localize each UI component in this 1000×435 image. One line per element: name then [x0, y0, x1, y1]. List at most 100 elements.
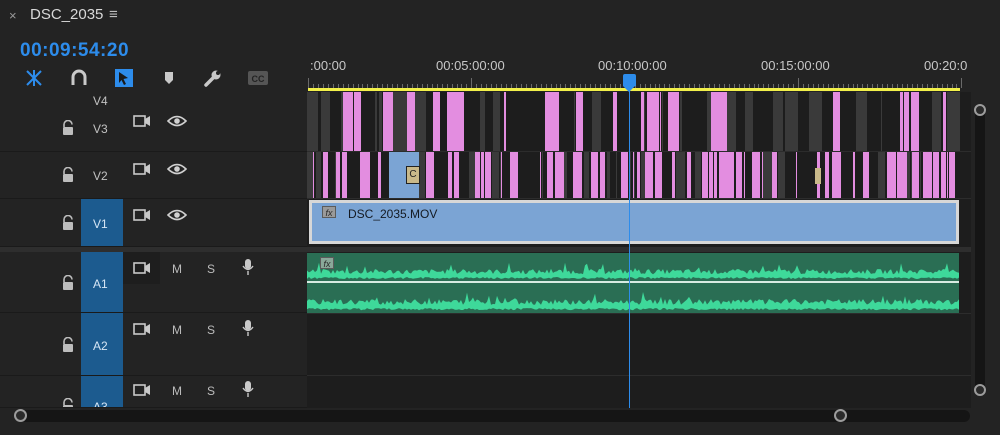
graphic-clip[interactable]	[647, 92, 659, 151]
graphic-clip[interactable]	[433, 92, 440, 151]
horizontal-scroll-handle-left[interactable]	[14, 409, 27, 422]
clip-segment[interactable]	[564, 152, 567, 198]
graphic-clip[interactable]	[911, 92, 919, 151]
clip-segment[interactable]	[745, 92, 753, 151]
graphic-clip[interactable]	[354, 92, 361, 151]
graphic-clip[interactable]	[368, 152, 370, 198]
clip-segment[interactable]	[307, 92, 314, 151]
graphic-clip[interactable]	[540, 152, 541, 198]
graphic-clip[interactable]	[744, 152, 745, 198]
graphic-clip[interactable]	[645, 152, 653, 198]
graphic-clip[interactable]	[947, 152, 948, 198]
toggle-track-output-eye-icon[interactable]	[167, 163, 187, 175]
clip-segment[interactable]	[907, 152, 910, 198]
clip-segment[interactable]	[809, 92, 822, 151]
graphic-clip[interactable]	[600, 152, 605, 198]
clip-segment[interactable]	[856, 92, 867, 151]
clip-segment[interactable]	[415, 92, 426, 151]
track-lock-icon[interactable]	[61, 337, 75, 353]
graphic-clip[interactable]	[904, 92, 909, 151]
graphic-clip[interactable]	[576, 92, 583, 151]
graphic-clip[interactable]	[501, 152, 502, 198]
panel-menu-icon[interactable]: ≡	[109, 6, 118, 23]
timeline-tracks-area[interactable]: C fx DSC_2035.MOV fx	[307, 92, 971, 408]
magnet-link-icon[interactable]	[69, 68, 89, 88]
clip-segment[interactable]	[727, 92, 736, 151]
mute-track-button[interactable]: M	[172, 323, 182, 337]
toggle-sync-lock-icon[interactable]	[133, 383, 151, 397]
clip-segment[interactable]	[695, 152, 701, 198]
solo-track-button[interactable]: S	[207, 262, 215, 276]
clip-segment[interactable]	[785, 92, 798, 151]
clip-segment[interactable]	[393, 92, 407, 151]
graphic-clip[interactable]	[863, 152, 869, 198]
graphic-clip[interactable]	[553, 92, 559, 151]
vertical-scroll-handle-bottom[interactable]	[974, 384, 986, 396]
clip-segment[interactable]	[630, 152, 631, 198]
graphic-clip[interactable]	[853, 152, 855, 198]
add-marker-icon[interactable]	[159, 68, 179, 88]
graphic-clip[interactable]	[457, 92, 464, 151]
close-tab-icon[interactable]: ×	[9, 8, 17, 23]
clip-segment[interactable]	[634, 152, 635, 198]
graphic-clip[interactable]	[475, 152, 480, 198]
graphic-clip[interactable]	[621, 152, 628, 198]
graphic-clip[interactable]	[832, 152, 841, 198]
graphic-clip[interactable]	[941, 152, 946, 198]
track-row-v3[interactable]	[307, 92, 971, 151]
graphic-clip[interactable]	[709, 152, 713, 198]
graphic-clip[interactable]	[555, 152, 562, 198]
clip-segment[interactable]	[542, 152, 543, 198]
graphic-clip[interactable]	[660, 92, 661, 151]
graphic-clip[interactable]	[407, 92, 415, 151]
solo-track-button[interactable]: S	[207, 323, 215, 337]
graphic-clip[interactable]	[545, 92, 553, 151]
clip-segment[interactable]	[947, 92, 960, 151]
clip-segment[interactable]	[607, 152, 610, 198]
toggle-sync-lock-icon[interactable]	[133, 114, 151, 128]
graphic-clip[interactable]	[655, 152, 662, 198]
track-lock-icon[interactable]	[61, 167, 75, 183]
vertical-scrollbar[interactable]	[975, 106, 985, 392]
clip-segment[interactable]	[644, 92, 645, 151]
graphic-clip[interactable]	[949, 152, 955, 198]
graphic-clip[interactable]	[900, 92, 903, 151]
graphic-clip[interactable]	[702, 152, 708, 198]
graphic-clip[interactable]	[342, 152, 347, 198]
toggle-sync-lock-icon[interactable]	[133, 322, 151, 336]
graphic-clip[interactable]	[432, 152, 434, 198]
toggle-sync-lock-icon[interactable]	[133, 208, 151, 222]
graphic-clip[interactable]	[578, 152, 582, 198]
graphic-clip[interactable]	[670, 92, 679, 151]
track-lock-icon[interactable]	[61, 398, 75, 408]
playhead-timecode[interactable]: 00:09:54:20	[20, 40, 129, 62]
mute-track-button[interactable]: M	[172, 262, 182, 276]
graphic-clip[interactable]	[736, 152, 742, 198]
wrench-settings-icon[interactable]	[203, 68, 223, 88]
clip-segment[interactable]	[379, 92, 382, 151]
graphic-clip[interactable]	[448, 152, 452, 198]
toggle-track-output-eye-icon[interactable]	[167, 209, 187, 221]
graphic-clip[interactable]	[458, 152, 459, 198]
clip-segment[interactable]	[680, 92, 682, 151]
track-lock-icon[interactable]	[61, 120, 75, 136]
horizontal-scrollbar[interactable]	[20, 410, 970, 422]
graphic-clip[interactable]	[796, 152, 797, 198]
graphic-clip[interactable]	[772, 152, 777, 198]
graphic-clip[interactable]	[324, 152, 328, 198]
track-label-v3[interactable]: V3	[93, 122, 108, 136]
graphic-clip[interactable]	[923, 152, 932, 198]
graphic-clip[interactable]	[504, 92, 506, 151]
track-lock-icon[interactable]	[61, 275, 75, 291]
graphic-clip[interactable]	[687, 152, 691, 198]
graphic-clip[interactable]	[913, 152, 919, 198]
graphic-clip[interactable]	[510, 152, 518, 198]
solo-track-button[interactable]: S	[207, 384, 215, 398]
clip-segment[interactable]	[676, 152, 685, 198]
video-clip-v1[interactable]: fx DSC_2035.MOV	[309, 200, 959, 244]
sequence-tab-title[interactable]: DSC_2035	[30, 6, 103, 23]
graphic-clip[interactable]	[943, 92, 946, 151]
graphic-clip[interactable]	[547, 152, 553, 198]
mute-track-button[interactable]: M	[172, 384, 182, 398]
clip-segment[interactable]	[480, 92, 485, 151]
